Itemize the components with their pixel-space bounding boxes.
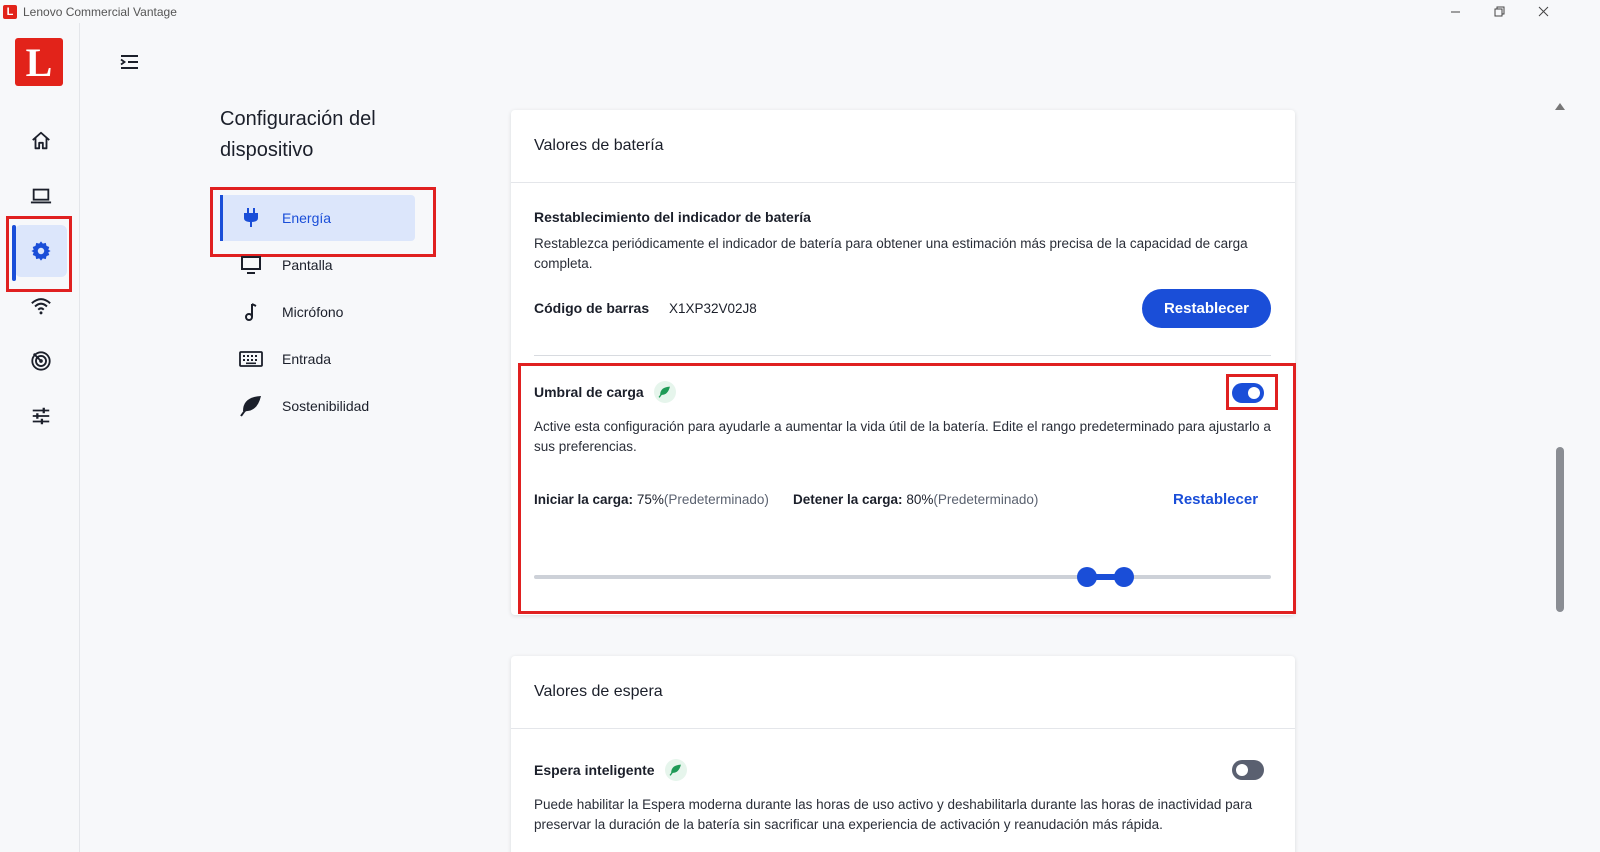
highlight-box-rail	[6, 216, 72, 292]
menu-toggle-button[interactable]	[118, 52, 142, 72]
restore-button[interactable]	[1476, 0, 1522, 23]
subnav-label: Entrada	[282, 351, 332, 367]
highlight-box-threshold	[518, 363, 1296, 614]
subnav-item-microfono[interactable]: Micrófono	[220, 289, 415, 335]
keyboard-icon	[220, 350, 282, 368]
left-rail: L	[0, 23, 80, 852]
divider	[534, 355, 1271, 356]
subnav-label: Micrófono	[282, 304, 344, 320]
toggle-knob	[1236, 764, 1248, 776]
rail-item-preferences[interactable]	[15, 390, 67, 442]
subnav-label: Pantalla	[282, 257, 333, 273]
card-title: Valores de batería	[511, 110, 1295, 183]
restore-icon	[1494, 6, 1504, 17]
highlight-box-toggle	[1226, 374, 1278, 410]
sliders-icon	[32, 407, 50, 425]
barcode-label: Código de barras	[534, 300, 650, 316]
radar-icon	[31, 351, 51, 371]
wifi-icon	[31, 298, 51, 315]
close-button[interactable]	[1520, 0, 1566, 23]
title-bar: L Lenovo Commercial Vantage	[0, 0, 1600, 23]
rail-item-device[interactable]	[15, 170, 67, 222]
barcode-value: X1XP32V02J8	[669, 301, 757, 316]
music-note-icon	[220, 302, 282, 322]
standby-settings-card: Valores de espera Espera inteligente Pue…	[511, 656, 1295, 852]
page-title: Configuración del dispositivo	[220, 108, 376, 161]
app-icon: L	[3, 4, 17, 19]
scroll-up-arrow-icon[interactable]	[1555, 103, 1565, 110]
smart-standby-toggle[interactable]	[1232, 760, 1264, 780]
window-title: Lenovo Commercial Vantage	[23, 4, 177, 19]
subnav-item-sostenibilidad[interactable]: Sostenibilidad	[220, 383, 415, 429]
scrollbar-thumb[interactable]	[1556, 447, 1564, 612]
monitor-icon	[220, 255, 282, 275]
menu-collapse-icon	[120, 55, 138, 69]
smart-standby-description: Puede habilitar la Espera moderna durant…	[534, 797, 1253, 832]
smart-standby-title: Espera inteligente	[534, 762, 655, 778]
reset-indicator-button[interactable]: Restablecer	[1142, 289, 1271, 328]
lenovo-logo[interactable]: L	[15, 38, 63, 86]
home-icon	[32, 131, 50, 150]
subnav-item-pantalla[interactable]: Pantalla	[220, 242, 415, 288]
reset-indicator-title: Restablecimiento del indicador de baterí…	[534, 209, 811, 225]
card-title: Valores de espera	[511, 656, 1295, 729]
rail-item-home[interactable]	[15, 115, 67, 167]
reset-indicator-description: Restablezca periódicamente el indicador …	[534, 236, 1248, 271]
eco-leaf-icon	[664, 759, 687, 781]
rail-item-security[interactable]	[15, 335, 67, 387]
minimize-icon	[1450, 11, 1460, 13]
minimize-button[interactable]	[1432, 0, 1478, 23]
subnav-label: Sostenibilidad	[282, 398, 370, 414]
smart-standby-title-row: Espera inteligente	[534, 759, 687, 781]
close-icon	[1538, 6, 1548, 17]
leaf-icon	[220, 395, 282, 417]
laptop-icon	[30, 188, 52, 204]
subnav-item-entrada[interactable]: Entrada	[220, 336, 415, 382]
